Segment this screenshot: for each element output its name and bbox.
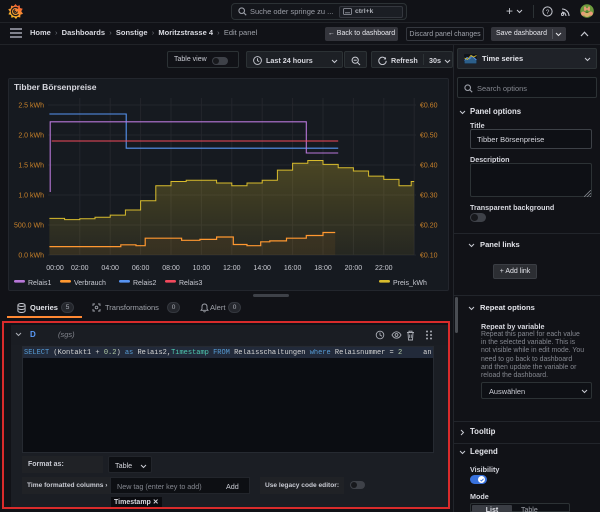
svg-text:€0.50: €0.50 xyxy=(420,133,438,140)
svg-text:Preis_kWh: Preis_kWh xyxy=(393,280,427,287)
svg-text:0.0 kWh: 0.0 kWh xyxy=(18,253,44,260)
svg-text:08:00: 08:00 xyxy=(162,265,180,272)
svg-text:Verbrauch: Verbrauch xyxy=(74,280,106,287)
svg-text:Relais2: Relais2 xyxy=(133,280,156,287)
svg-text:1.5 kWh: 1.5 kWh xyxy=(18,163,44,170)
svg-text:€0.20: €0.20 xyxy=(420,223,438,230)
svg-text:10:00: 10:00 xyxy=(193,265,211,272)
svg-text:€0.60: €0.60 xyxy=(420,103,438,110)
svg-text:?: ? xyxy=(546,9,550,16)
svg-text:02:00: 02:00 xyxy=(71,265,89,272)
svg-text:€0.10: €0.10 xyxy=(420,253,438,260)
svg-text:12:00: 12:00 xyxy=(223,265,241,272)
svg-text:500.0 Wh: 500.0 Wh xyxy=(14,223,44,230)
svg-text:18:00: 18:00 xyxy=(314,265,332,272)
svg-text:16:00: 16:00 xyxy=(284,265,302,272)
svg-text:€0.30: €0.30 xyxy=(420,193,438,200)
svg-text:1.0 kWh: 1.0 kWh xyxy=(18,193,44,200)
svg-text:00:00: 00:00 xyxy=(46,265,64,272)
svg-text:22:00: 22:00 xyxy=(375,265,393,272)
svg-text:14:00: 14:00 xyxy=(253,265,271,272)
svg-text:Relais3: Relais3 xyxy=(179,280,202,287)
svg-text:20:00: 20:00 xyxy=(345,265,363,272)
svg-text:2.5 kWh: 2.5 kWh xyxy=(18,103,44,110)
svg-text:€0.40: €0.40 xyxy=(420,163,438,170)
svg-text:04:00: 04:00 xyxy=(101,265,119,272)
svg-text:Relais1: Relais1 xyxy=(28,280,51,287)
svg-text:06:00: 06:00 xyxy=(132,265,150,272)
svg-text:2.0 kWh: 2.0 kWh xyxy=(18,133,44,140)
